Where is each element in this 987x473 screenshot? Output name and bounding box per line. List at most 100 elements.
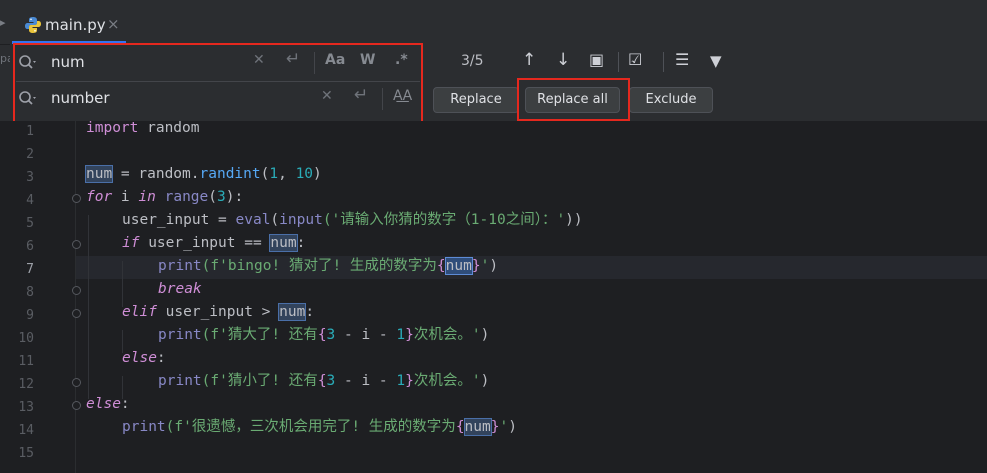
fold-marker-icon[interactable] — [72, 286, 81, 295]
keyword: break — [158, 281, 202, 297]
search-match: num — [278, 303, 307, 321]
find-input[interactable]: num — [51, 53, 85, 71]
string-literal: 次机会。' — [413, 373, 481, 389]
previous-occurrence-icon[interactable]: ↑ — [522, 50, 536, 70]
search-settings-icon[interactable]: ☰ — [675, 50, 689, 69]
number-literal: 3 — [326, 327, 336, 343]
keyword: import — [86, 120, 139, 136]
line-number: 11 — [18, 354, 34, 369]
code-line: if user_input == num: — [122, 232, 305, 255]
search-match: num — [269, 234, 298, 252]
replace-newline-icon[interactable]: ↵ — [354, 85, 368, 105]
code-line: break — [158, 278, 202, 301]
number-literal: 1 — [396, 373, 406, 389]
line-number: 3 — [26, 170, 34, 185]
next-occurrence-icon[interactable]: ↓ — [556, 50, 570, 70]
code-text: : — [156, 350, 166, 366]
newline-icon[interactable]: ↵ — [286, 49, 300, 69]
code-line: for i in range(3): — [86, 186, 243, 209]
code-editor[interactable]: 1 2 3 4 5 6 7 8 9 10 11 12 13 14 15 impo… — [0, 120, 987, 473]
number-literal: 3 — [217, 189, 226, 205]
string-literal: ' — [499, 419, 509, 435]
python-file-icon — [25, 17, 41, 33]
code-text: : — [296, 235, 306, 251]
line-number: 12 — [18, 377, 34, 392]
search-in-selection-icon[interactable]: ☑ — [628, 50, 642, 69]
line-number: 4 — [26, 193, 34, 208]
fold-marker-icon[interactable] — [72, 401, 81, 410]
code-text: : — [120, 396, 130, 412]
number-literal: 3 — [326, 373, 336, 389]
builtin: print — [158, 373, 202, 389]
replace-button[interactable]: Replace — [433, 87, 519, 113]
fstring-brace: } — [405, 373, 414, 389]
string-literal: (f'猜小了! 还有 — [201, 373, 318, 389]
find-row: num ✕ ↵ Aa W .* — [10, 46, 420, 80]
code-text: = random. — [112, 166, 200, 182]
replace-all-button[interactable]: Replace all — [525, 87, 620, 113]
string-literal: 次机会。' — [413, 327, 481, 343]
select-all-occurrences-icon[interactable]: ▣ — [589, 50, 604, 69]
fstring-brace: { — [317, 327, 327, 343]
builtin: input — [279, 212, 323, 228]
line-number: 15 — [18, 446, 34, 461]
toolbar-divider — [663, 52, 664, 72]
search-match-current: num — [444, 257, 473, 275]
line-number: 14 — [18, 423, 34, 438]
builtin: print — [158, 258, 202, 274]
search-match: num — [84, 165, 114, 183]
builtin: range — [164, 189, 209, 205]
keyword: for — [86, 189, 113, 205]
replace-row: number ✕ ↵ A͟A — [10, 82, 420, 116]
whole-words-icon[interactable]: W — [360, 52, 375, 68]
tab-main-py[interactable]: main.py × — [12, 10, 126, 44]
keyword: in — [138, 189, 156, 205]
keyword: else — [86, 396, 121, 412]
number-literal: 1 — [396, 327, 406, 343]
gutter-border — [75, 121, 76, 473]
string-literal: (f'bingo! 猜对了! 生成的数字为 — [201, 258, 437, 274]
clear-find-icon[interactable]: ✕ — [253, 52, 265, 68]
string-literal: (f'猜大了! 还有 — [201, 327, 318, 343]
code-line: print(f'猜大了! 还有{3 - i - 1}次机会。') — [158, 324, 489, 347]
keyword: if — [122, 235, 140, 251]
code-line: else: — [86, 393, 130, 416]
code-text: )) — [565, 212, 583, 228]
tab-close-icon[interactable]: × — [107, 15, 120, 33]
match-case-icon[interactable]: Aa — [325, 52, 345, 68]
builtin: print — [122, 419, 166, 435]
function-name: randint — [199, 166, 261, 182]
code-text: ( — [270, 212, 280, 228]
line-number: 13 — [18, 400, 34, 415]
exclude-button[interactable]: Exclude — [629, 87, 713, 113]
fold-marker-icon[interactable] — [72, 194, 81, 203]
tab-label: main.py — [45, 16, 106, 34]
tab-scroll-left-icon[interactable]: ▸ — [0, 16, 8, 36]
number-literal: 10 — [295, 166, 314, 182]
line-number: 9 — [26, 308, 34, 323]
code-text: - i - — [335, 327, 397, 343]
fstring-brace: { — [317, 373, 327, 389]
keyword: else — [122, 350, 157, 366]
filter-icon[interactable]: ▼ — [710, 52, 722, 70]
code-line: else: — [122, 347, 166, 370]
code-line: print(f'很遗憾，三次机会用完了! 生成的数字为{num}') — [122, 416, 517, 439]
string-literal: (f'很遗憾，三次机会用完了! 生成的数字为 — [165, 419, 456, 435]
fold-marker-icon[interactable] — [72, 309, 81, 318]
builtin: eval — [235, 212, 271, 228]
search-icon[interactable] — [18, 54, 38, 72]
number-literal: 1 — [269, 166, 279, 182]
replace-search-icon[interactable] — [18, 90, 38, 108]
fold-marker-icon[interactable] — [72, 378, 81, 387]
indent-guide — [88, 215, 89, 399]
clear-replace-icon[interactable]: ✕ — [321, 88, 333, 104]
fold-marker-icon[interactable] — [72, 240, 81, 249]
preserve-case-icon[interactable]: A͟A — [393, 88, 412, 104]
code-line: import random — [86, 117, 200, 140]
code-text: ) — [480, 327, 490, 343]
code-line-current: print(f'bingo! 猜对了! 生成的数字为{num}') — [158, 255, 498, 278]
code-text: user_input > — [156, 304, 280, 320]
replace-input[interactable]: number — [51, 89, 110, 107]
regex-icon[interactable]: .* — [395, 52, 408, 68]
